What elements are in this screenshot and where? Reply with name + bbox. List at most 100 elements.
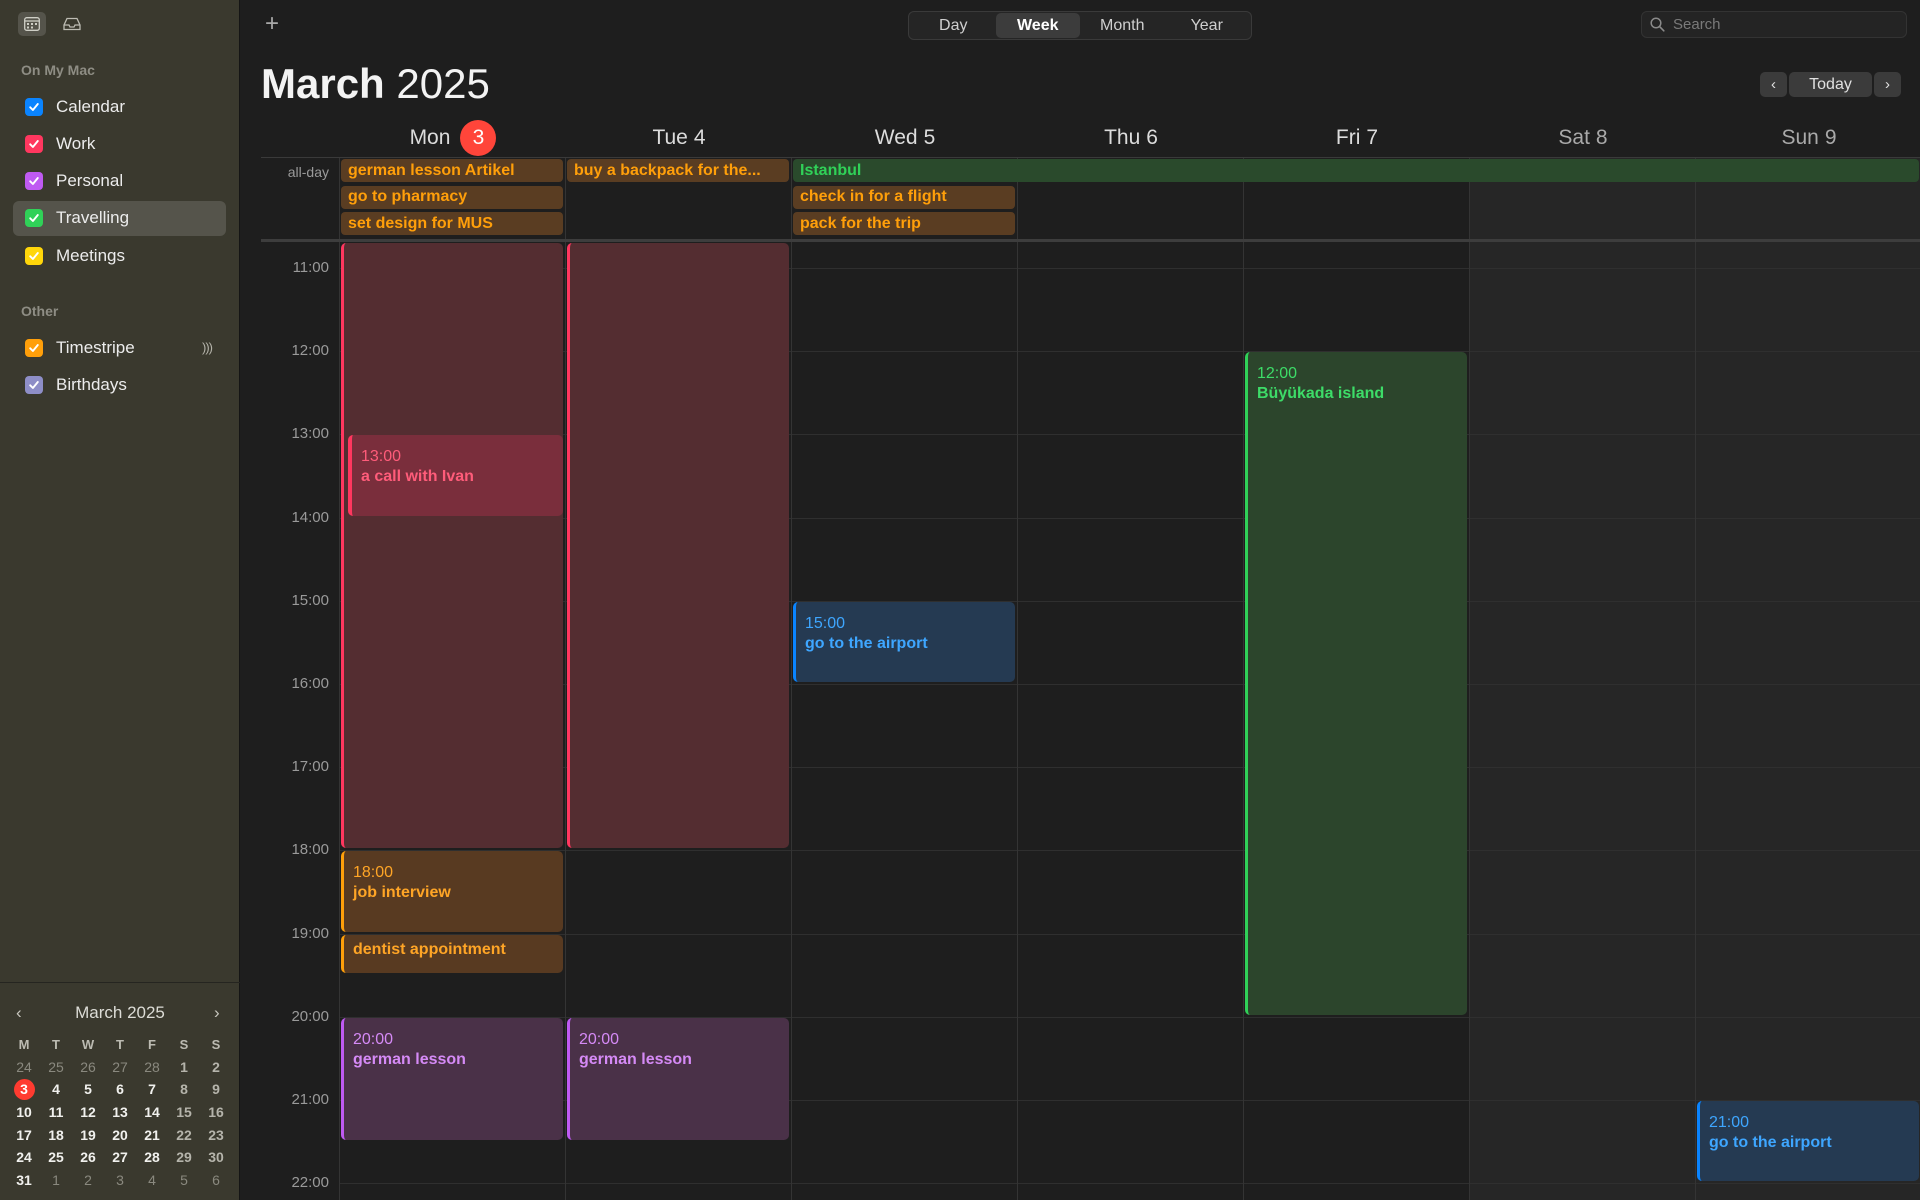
mini-day[interactable]: 10 (8, 1101, 40, 1124)
checkbox-icon[interactable] (25, 375, 43, 394)
checkbox-icon[interactable] (25, 209, 43, 228)
view-tab-month[interactable]: Month (1080, 13, 1165, 38)
mini-day[interactable]: 26 (72, 1056, 104, 1079)
mini-day[interactable]: 22 (168, 1123, 200, 1146)
calendar-event[interactable]: 20:00 german lesson (567, 1017, 789, 1140)
checkbox-icon[interactable] (25, 246, 43, 265)
calendar-item-travelling[interactable]: Travelling (13, 200, 226, 236)
mini-day[interactable]: 6 (200, 1169, 232, 1192)
mini-day[interactable]: 15 (168, 1101, 200, 1124)
mini-day[interactable]: 20 (104, 1123, 136, 1146)
prev-week-button[interactable]: ‹ (1760, 72, 1787, 97)
allday-event[interactable]: german lesson Artikel (341, 159, 563, 182)
day-header-fri[interactable]: Fri 7 (1244, 123, 1470, 153)
calendar-item-personal[interactable]: Personal (13, 164, 226, 199)
add-event-button[interactable]: + (265, 10, 279, 38)
mini-day[interactable]: 14 (136, 1101, 168, 1124)
calendar-item-timestripe[interactable]: Timestripe))) (13, 330, 226, 365)
mini-day[interactable]: 1 (168, 1056, 200, 1079)
calendar-app: On My Mac Calendar Work Personal Travelling… (0, 0, 1920, 1200)
mini-day[interactable]: 12 (72, 1101, 104, 1124)
allday-event[interactable]: pack for the trip (793, 212, 1015, 236)
mini-day[interactable]: 24 (8, 1056, 40, 1079)
mini-day[interactable]: 8 (168, 1078, 200, 1101)
day-header-mon[interactable]: Mon 3 (340, 120, 566, 156)
mini-day[interactable]: 29 (168, 1146, 200, 1169)
hour-label: 17:00 (291, 758, 329, 776)
mini-day[interactable]: 9 (200, 1078, 232, 1101)
search-field[interactable] (1641, 11, 1907, 38)
event-block-background[interactable] (341, 243, 563, 849)
allday-event[interactable]: go to pharmacy (341, 185, 563, 209)
mini-day[interactable]: 4 (136, 1169, 168, 1192)
today-date-badge: 3 (460, 120, 497, 156)
mini-day[interactable]: 13 (104, 1101, 136, 1124)
mini-day[interactable]: 18 (40, 1123, 72, 1146)
mini-day[interactable]: 19 (72, 1123, 104, 1146)
calendar-list-icon[interactable] (18, 12, 46, 36)
calendar-item-meetings[interactable]: Meetings (13, 238, 226, 273)
day-column-thu[interactable] (1018, 242, 1244, 1200)
mini-day[interactable]: 25 (40, 1146, 72, 1169)
mini-day[interactable]: 4 (40, 1078, 72, 1101)
search-input[interactable] (1673, 16, 1893, 33)
calendar-item-calendar[interactable]: Calendar (13, 89, 226, 124)
allday-event[interactable]: set design for MUS (341, 212, 563, 236)
mini-day[interactable]: 5 (168, 1169, 200, 1192)
inbox-icon[interactable] (58, 12, 86, 36)
mini-day[interactable]: 28 (136, 1146, 168, 1169)
day-column-sat[interactable] (1470, 242, 1696, 1200)
today-button[interactable]: Today (1789, 72, 1872, 97)
mini-day[interactable]: 2 (200, 1056, 232, 1079)
day-header-wed[interactable]: Wed 5 (792, 123, 1018, 153)
allday-event[interactable]: check in for a flight (793, 185, 1015, 209)
checkbox-icon[interactable] (25, 172, 43, 191)
calendar-event[interactable]: dentist appointment (341, 934, 563, 974)
calendar-event[interactable]: 15:00 go to the airport (793, 601, 1015, 682)
view-tab-day[interactable]: Day (911, 13, 996, 38)
view-tab-week[interactable]: Week (995, 13, 1080, 38)
mini-day[interactable]: 21 (136, 1123, 168, 1146)
calendar-event[interactable]: 18:00 job interview (341, 851, 563, 932)
mini-day[interactable]: 1 (40, 1169, 72, 1192)
view-tab-year[interactable]: Year (1165, 13, 1250, 38)
day-column-wed[interactable] (792, 242, 1018, 1200)
mini-day[interactable]: 30 (200, 1146, 232, 1169)
mini-next-month-icon[interactable]: › (214, 1003, 220, 1023)
mini-day[interactable]: 11 (40, 1101, 72, 1124)
allday-event[interactable]: buy a backpack for the... (567, 159, 789, 182)
mini-day[interactable]: 27 (104, 1056, 136, 1079)
day-header-thu[interactable]: Thu 6 (1018, 123, 1244, 153)
next-week-button[interactable]: › (1874, 72, 1901, 97)
mini-day[interactable]: 6 (104, 1078, 136, 1101)
mini-day[interactable]: 17 (8, 1123, 40, 1146)
mini-day[interactable]: 23 (200, 1123, 232, 1146)
mini-day[interactable]: 26 (72, 1146, 104, 1169)
mini-day[interactable]: 5 (72, 1078, 104, 1101)
mini-day[interactable]: 3 (104, 1169, 136, 1192)
mini-day[interactable]: 27 (104, 1146, 136, 1169)
calendar-item-birthdays[interactable]: Birthdays (13, 367, 226, 402)
mini-day[interactable]: 3 (8, 1078, 40, 1101)
event-block-background[interactable] (567, 243, 789, 849)
calendar-event[interactable]: 20:00 german lesson (341, 1017, 563, 1140)
calendar-event[interactable]: 12:00 Büyükada island (1245, 352, 1467, 1015)
day-header-sun[interactable]: Sun 9 (1696, 123, 1920, 153)
calendar-event[interactable]: 13:00 a call with Ivan (348, 435, 563, 516)
calendar-item-work[interactable]: Work (13, 126, 226, 161)
mini-day[interactable]: 2 (72, 1169, 104, 1192)
day-header-sat[interactable]: Sat 8 (1470, 123, 1696, 153)
calendar-event[interactable]: 21:00 go to the airport (1697, 1101, 1919, 1182)
checkbox-icon[interactable] (25, 134, 43, 153)
mini-day[interactable]: 7 (136, 1078, 168, 1101)
allday-event[interactable]: Istanbul (793, 159, 1919, 182)
mini-day[interactable]: 25 (40, 1056, 72, 1079)
day-column-sun[interactable] (1696, 242, 1920, 1200)
mini-day[interactable]: 24 (8, 1146, 40, 1169)
mini-day[interactable]: 28 (136, 1056, 168, 1079)
mini-day[interactable]: 31 (8, 1169, 40, 1192)
day-header-tue[interactable]: Tue 4 (566, 123, 792, 153)
checkbox-icon[interactable] (25, 338, 43, 357)
mini-day[interactable]: 16 (200, 1101, 232, 1124)
checkbox-icon[interactable] (25, 97, 43, 116)
